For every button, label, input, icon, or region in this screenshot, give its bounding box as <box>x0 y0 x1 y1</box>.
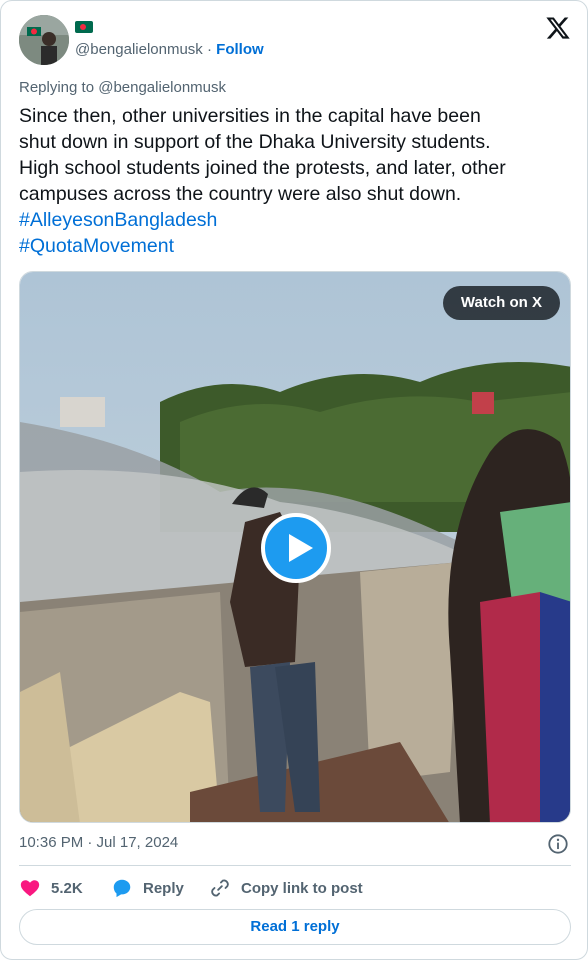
like-button[interactable]: 5.2K <box>19 875 83 901</box>
author-handle[interactable]: @bengalielonmusk <box>75 41 203 58</box>
info-icon[interactable] <box>547 833 569 855</box>
read-reply-button[interactable]: Read 1 reply <box>19 909 571 945</box>
watch-on-x-button[interactable]: Watch on X <box>442 286 560 320</box>
reply-bubble-icon <box>113 879 131 898</box>
tweet-text: Since then, other universities in the ca… <box>19 103 571 259</box>
tweet-header: @bengalielonmusk · Follow <box>19 15 571 67</box>
tweet-text-line: campuses across the country were also sh… <box>19 183 462 205</box>
link-icon <box>211 879 229 897</box>
follow-button[interactable]: Follow <box>216 41 264 58</box>
tweet-text-line: High school students joined the protests… <box>19 157 506 179</box>
tweet-timestamp[interactable]: 10:36 PM · Jul 17, 2024 <box>19 834 178 851</box>
reply-context: Replying to @bengalielonmusk <box>19 79 227 96</box>
video-player[interactable]: Watch on X <box>19 271 571 823</box>
tweet-text-line: shut down in support of the Dhaka Univer… <box>19 131 491 153</box>
x-logo-icon[interactable] <box>545 15 571 41</box>
play-button[interactable] <box>261 513 331 583</box>
like-count: 5.2K <box>51 879 83 897</box>
separator: · <box>206 41 212 58</box>
heart-icon <box>20 880 40 897</box>
action-bar: 5.2K Reply Copy link to post <box>19 875 571 901</box>
copy-link-label: Copy link to post <box>241 879 363 897</box>
avatar[interactable] <box>19 15 69 65</box>
bangladesh-flag-icon <box>75 21 93 33</box>
copy-link-button[interactable]: Copy link to post <box>209 875 363 901</box>
play-icon <box>289 534 313 562</box>
reply-button[interactable]: Reply <box>111 875 184 901</box>
hashtag-link[interactable]: #AlleyesonBangladesh <box>19 207 571 233</box>
reply-label: Reply <box>143 879 184 897</box>
tweet-text-line: Since then, other universities in the ca… <box>19 105 481 127</box>
divider <box>19 865 571 866</box>
author-line: @bengalielonmusk · Follow <box>75 41 264 58</box>
tweet-card: @bengalielonmusk · Follow Replying to @b… <box>0 0 588 960</box>
hashtag-link[interactable]: #QuotaMovement <box>19 233 571 259</box>
